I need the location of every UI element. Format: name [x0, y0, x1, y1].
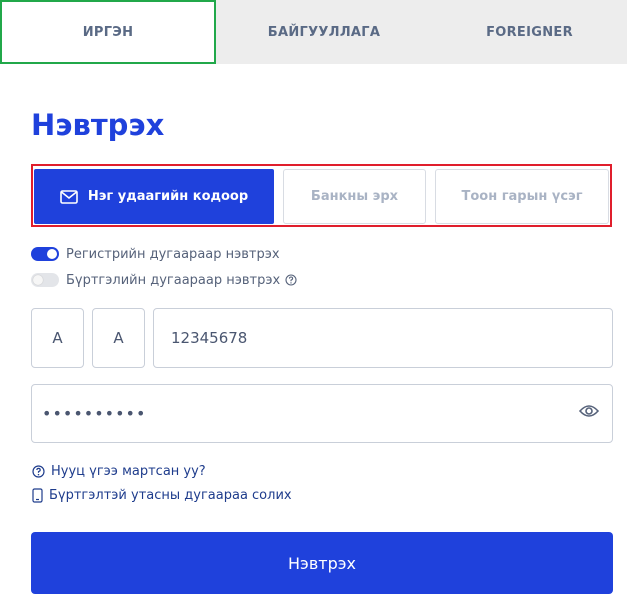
question-icon	[32, 465, 45, 478]
toggle-registration-row: Бүртгэлийн дугаараар нэвтрэх	[31, 270, 297, 290]
tab-citizen[interactable]: ИРГЭН	[0, 0, 216, 64]
register-toggle-switch[interactable]	[31, 247, 59, 261]
change-phone-label: Бүртгэлтэй утасны дугаараа солих	[49, 488, 292, 503]
login-submit-button[interactable]: Нэвтрэх	[31, 532, 613, 594]
password-value: ••••••••••	[42, 404, 147, 423]
phone-icon	[32, 488, 43, 503]
tab-organization[interactable]: БАЙГУУЛЛАГА	[216, 0, 432, 64]
register-number-input[interactable]: 12345678	[153, 308, 613, 368]
forgot-password-label: Нууц үгээ мартсан уу?	[51, 464, 206, 479]
mail-icon	[60, 189, 78, 204]
page-title: Нэвтрэх	[31, 108, 165, 142]
method-otp-button[interactable]: Нэг удаагийн кодоор	[34, 169, 274, 224]
change-phone-link[interactable]: Бүртгэлтэй утасны дугаараа солих	[32, 488, 292, 503]
method-bank-button[interactable]: Банкны эрх	[283, 169, 426, 224]
toggle-register-row: Регистрийн дугаараар нэвтрэх	[31, 244, 280, 264]
register-number-value: 12345678	[171, 329, 248, 347]
tab-foreigner[interactable]: FOREIGNER	[432, 0, 627, 64]
help-icon[interactable]	[285, 274, 297, 286]
method-signature-label: Тоон гарын үсэг	[461, 189, 583, 204]
register-letter-1-select[interactable]: А	[31, 308, 84, 368]
login-method-selector: Нэг удаагийн кодоор Банкны эрх Тоон гары…	[31, 164, 612, 227]
method-digital-signature-button[interactable]: Тоон гарын үсэг	[435, 169, 609, 224]
registration-toggle-switch[interactable]	[31, 273, 59, 287]
user-type-tabs: ИРГЭН БАЙГУУЛЛАГА FOREIGNER	[0, 0, 627, 64]
method-otp-label: Нэг удаагийн кодоор	[87, 189, 249, 204]
eye-icon[interactable]	[578, 403, 600, 422]
register-letter-1-value: А	[52, 329, 63, 347]
register-toggle-label: Регистрийн дугаараар нэвтрэх	[66, 246, 280, 262]
register-letter-2-value: А	[113, 329, 124, 347]
forgot-password-link[interactable]: Нууц үгээ мартсан уу?	[32, 464, 206, 479]
password-input[interactable]: ••••••••••	[31, 384, 613, 443]
register-letter-2-select[interactable]: А	[92, 308, 145, 368]
login-submit-label: Нэвтрэх	[288, 553, 356, 573]
registration-toggle-label: Бүртгэлийн дугаараар нэвтрэх	[66, 272, 281, 288]
method-bank-label: Банкны эрх	[310, 189, 399, 204]
